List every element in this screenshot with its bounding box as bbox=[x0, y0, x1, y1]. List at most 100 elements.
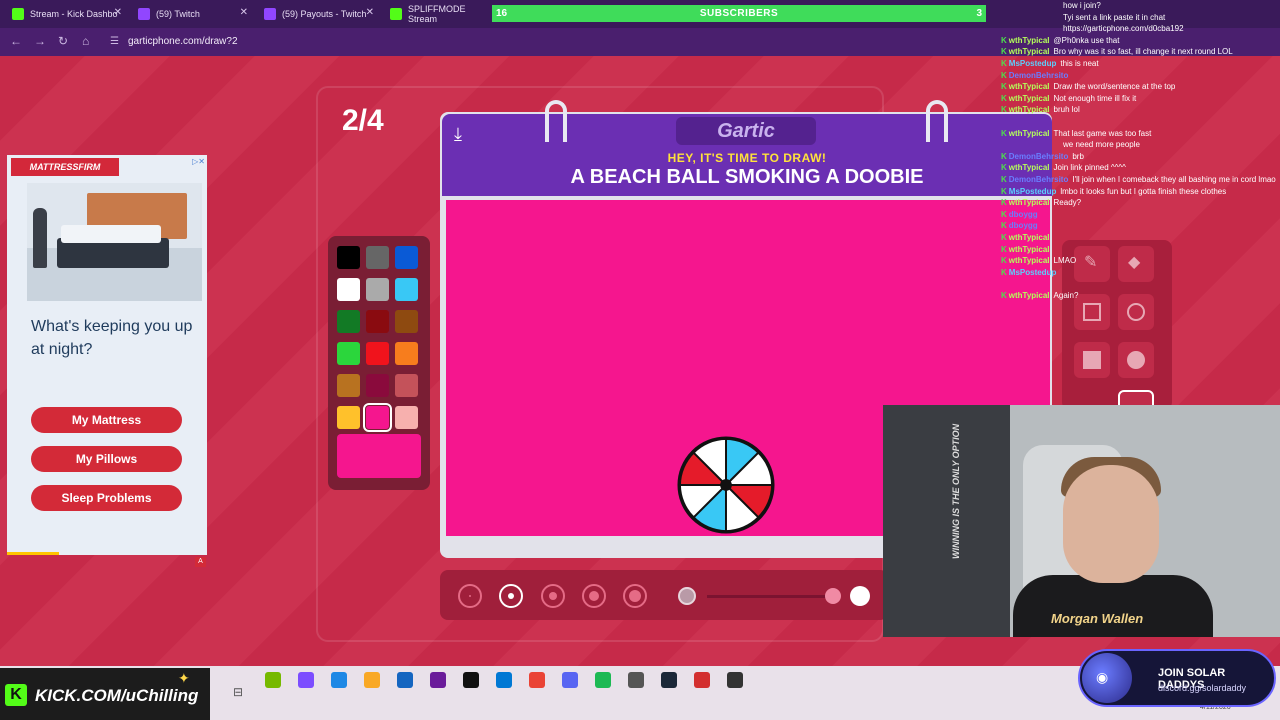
ad-button-pillows[interactable]: My Pillows bbox=[31, 446, 182, 472]
opacity-slider[interactable] bbox=[707, 595, 837, 598]
color-swatch[interactable] bbox=[337, 278, 360, 301]
ellipse-fill-tool[interactable] bbox=[1118, 342, 1154, 378]
color-swatch[interactable] bbox=[366, 310, 389, 333]
chat-username[interactable]: wthTypical bbox=[1009, 94, 1050, 103]
color-swatch[interactable] bbox=[395, 310, 418, 333]
store-icon[interactable] bbox=[397, 672, 413, 688]
ad-button-sleep-problems[interactable]: Sleep Problems bbox=[31, 485, 182, 511]
brush-size-2[interactable] bbox=[499, 584, 523, 608]
color-swatch[interactable] bbox=[395, 406, 418, 429]
roblox-icon[interactable] bbox=[694, 672, 710, 688]
chat-badge-icon: K bbox=[1001, 93, 1007, 103]
chat-text: Bro why was it so fast, ill change it ne… bbox=[1053, 47, 1233, 57]
color-swatch[interactable] bbox=[366, 278, 389, 301]
brush-size-4[interactable] bbox=[582, 584, 606, 608]
steam-icon[interactable] bbox=[661, 672, 677, 688]
tiktok-icon[interactable] bbox=[463, 672, 479, 688]
close-tab-icon[interactable]: ✕ bbox=[114, 7, 122, 18]
chat-username[interactable]: MsPostedup bbox=[1009, 187, 1057, 196]
chat-username[interactable]: wthTypical bbox=[1009, 129, 1050, 138]
color-swatch[interactable] bbox=[366, 342, 389, 365]
chat-username[interactable]: DemonBehrsito bbox=[1009, 175, 1069, 184]
chat-username[interactable]: wthTypical bbox=[1009, 245, 1050, 254]
chat-badge-icon: K bbox=[1001, 244, 1007, 254]
chat-badge-icon: K bbox=[1001, 221, 1007, 231]
webcam-banner-text: WINNING IS THE ONLY OPTION bbox=[951, 423, 961, 559]
obs-icon[interactable] bbox=[727, 672, 743, 688]
chat-badge-icon: K bbox=[1001, 186, 1007, 196]
chat-message: KwthTypical LMAO bbox=[1001, 255, 1076, 267]
chrome-icon[interactable] bbox=[529, 672, 545, 688]
chat-message: K MsPostedup this is neat bbox=[1001, 58, 1099, 70]
chat-message: K DemonBehrsito brb bbox=[1001, 151, 1084, 163]
chat-username[interactable]: wthTypical bbox=[1009, 233, 1050, 242]
chat-username[interactable]: dboygg bbox=[1009, 221, 1038, 230]
chat-username[interactable]: DemonBehrsito bbox=[1009, 71, 1069, 80]
url-field[interactable]: garticphone.com/draw?2 bbox=[128, 36, 238, 47]
ad-button-mattress[interactable]: My Mattress bbox=[31, 407, 182, 433]
download-icon[interactable]: ⤓ bbox=[454, 124, 476, 144]
app-icon[interactable] bbox=[430, 672, 446, 688]
chat-username[interactable]: wthTypical bbox=[1009, 198, 1050, 207]
brush-size-1[interactable] bbox=[458, 584, 482, 608]
chat-username[interactable]: wthTypical bbox=[1009, 105, 1050, 114]
chat-username[interactable]: wthTypical bbox=[1009, 47, 1050, 56]
color-swatch[interactable] bbox=[366, 374, 389, 397]
chat-username[interactable]: wthTypical bbox=[1009, 256, 1050, 265]
reload-icon[interactable]: ↻ bbox=[58, 34, 68, 48]
chat-username[interactable]: dboygg bbox=[1009, 210, 1038, 219]
rectangle-fill-tool[interactable] bbox=[1074, 342, 1110, 378]
chat-username[interactable]: wthTypical bbox=[1009, 163, 1050, 172]
color-swatch[interactable] bbox=[395, 246, 418, 269]
color-swatch[interactable] bbox=[366, 246, 389, 269]
color-swatch[interactable] bbox=[337, 246, 360, 269]
color-swatch[interactable] bbox=[395, 278, 418, 301]
prompt-subtitle: HEY, IT'S TIME TO DRAW! bbox=[667, 151, 827, 165]
ad-brand-logo: MATTRESSFIRM bbox=[11, 158, 119, 176]
chat-message: KwthTypical @Ph0nka use that bbox=[1001, 35, 1119, 47]
color-swatch[interactable] bbox=[337, 374, 360, 397]
tab-twitch-payouts[interactable]: (59) Payouts - Twitch ✕ bbox=[256, 3, 380, 25]
opacity-slider-handle[interactable] bbox=[825, 588, 841, 604]
settings-icon[interactable] bbox=[628, 672, 644, 688]
files-icon[interactable] bbox=[364, 672, 380, 688]
chat-username[interactable]: MsPostedup bbox=[1009, 268, 1057, 277]
color-swatch[interactable] bbox=[337, 310, 360, 333]
color-swatch[interactable] bbox=[395, 374, 418, 397]
chat-username[interactable]: wthTypical bbox=[1009, 82, 1050, 91]
tab-spliffmode-stream[interactable]: SPLIFFMODE Stream bbox=[382, 3, 492, 25]
tab-kick-dashboard[interactable]: Stream - Kick Dashbo ✕ bbox=[4, 3, 128, 25]
tab-twitch[interactable]: (59) Twitch ✕ bbox=[130, 3, 254, 25]
chat-username[interactable]: DemonBehrsito bbox=[1009, 152, 1069, 161]
bed-mattress bbox=[61, 225, 161, 243]
chat-message: K DemonBehrsito I'll join when I comeback … bbox=[1001, 174, 1276, 186]
chat-message: KwthTypical Not enough time ill fix it bbox=[1001, 93, 1136, 105]
spotify-icon[interactable] bbox=[595, 672, 611, 688]
copilot-icon[interactable] bbox=[298, 672, 314, 688]
chat-message: KwthTypical Join link pinned ^^^^ bbox=[1001, 162, 1126, 174]
task-view-icon[interactable]: ⊟ bbox=[233, 685, 243, 699]
edge-icon[interactable] bbox=[331, 672, 347, 688]
mail-icon[interactable] bbox=[496, 672, 512, 688]
color-swatch[interactable] bbox=[337, 342, 360, 365]
site-info-icon[interactable]: ☰ bbox=[110, 36, 119, 47]
home-icon[interactable]: ⌂ bbox=[82, 34, 89, 48]
chat-username[interactable]: wthTypical bbox=[1009, 291, 1050, 300]
chat-username[interactable]: MsPostedup bbox=[1009, 59, 1057, 68]
close-tab-icon[interactable]: ✕ bbox=[366, 7, 374, 18]
brush-size-3[interactable] bbox=[541, 584, 565, 608]
chat-text: That last game was too fast bbox=[1053, 128, 1152, 138]
nvidia-icon[interactable] bbox=[265, 672, 281, 688]
discord-alt-icon[interactable] bbox=[562, 672, 578, 688]
color-swatch[interactable] bbox=[363, 403, 392, 432]
color-swatch[interactable] bbox=[395, 342, 418, 365]
back-icon[interactable]: ← bbox=[10, 34, 22, 48]
close-tab-icon[interactable]: ✕ bbox=[240, 7, 248, 18]
color-swatch[interactable] bbox=[337, 406, 360, 429]
ad-choices-icon[interactable]: ▷✕ bbox=[192, 157, 205, 166]
forward-icon[interactable]: → bbox=[34, 34, 46, 48]
chat-username[interactable]: wthTypical bbox=[1009, 36, 1050, 45]
brush-size-5[interactable] bbox=[623, 584, 647, 608]
stream-chat-overlay: how i join? Tyi sent a link paste it in c… bbox=[975, 0, 1280, 320]
ad-banner[interactable]: MATTRESSFIRM ▷✕ What's keeping you up at… bbox=[7, 155, 207, 555]
